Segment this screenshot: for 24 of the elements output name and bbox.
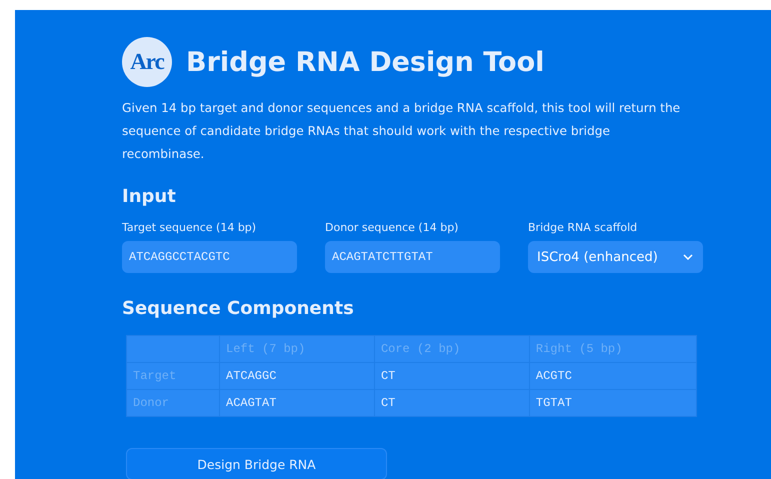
section-heading: Input [122,186,177,207]
table-cell: CT [374,390,530,416]
table-cell: ACGTC [529,362,696,390]
column-header: Right (5 bp) [529,336,696,362]
column-header: Core (2 bp) [374,336,530,362]
sequence-input[interactable]: ACAGTATCTTGTAT [325,241,500,273]
description: Given 14 bp target and donor sequences and a bridge RNA scaffold, this tool will return the sequence of candidate bridge RNAs that should work with the respective bridge recombinase. [122,100,682,163]
row-header: Target [126,362,220,390]
page-title: Bridge RNA Design Tool [186,46,544,78]
column-header: Left (7 bp) [220,336,374,362]
design-button[interactable]: Design Bridge RNA [126,448,387,479]
field-label: Donor sequence (14 bp) [325,221,460,234]
table-cell: CT [374,362,530,390]
table-cell: TGTAT [529,390,696,416]
table-cell: ATCAGGC [220,362,374,390]
sequence-input[interactable]: ATCAGGCCTACGTC [122,241,297,273]
scaffold-select[interactable]: ISCro4 (enhanced) [528,241,703,273]
field-label: Target sequence (14 bp) [122,221,258,234]
table-cell: ACAGTAT [220,390,374,416]
field-label: Bridge RNA scaffold [528,221,638,234]
section-heading: Sequence Components [122,298,355,319]
chevron-down-icon [683,254,693,260]
logo-badge: Arc [122,37,172,87]
row-header: Donor [126,390,220,416]
